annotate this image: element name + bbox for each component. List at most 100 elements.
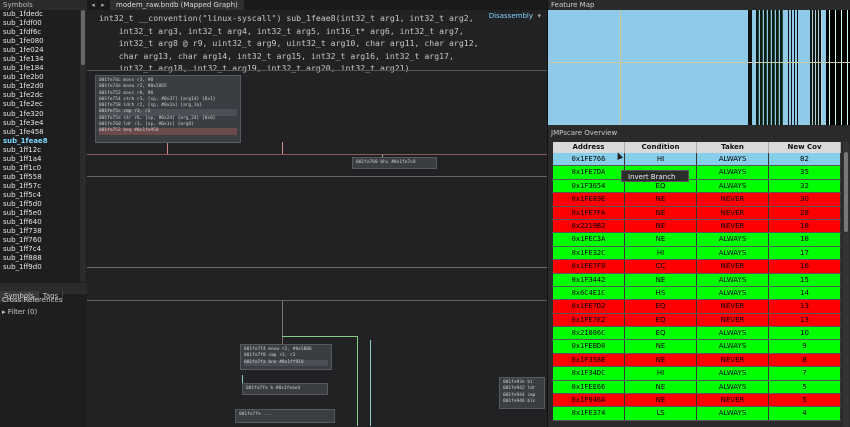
table-row[interactable]: 0x1F358E NE NEVER 8	[553, 353, 841, 368]
cell-new_cov: 32	[769, 179, 841, 193]
table-row[interactable]: 0x6C4E1C HS ALWAYS 14	[553, 286, 841, 301]
cell-taken: ALWAYS	[697, 340, 769, 353]
symbol-item[interactable]: sub_1fdedc	[0, 10, 80, 19]
symbol-item[interactable]: sub_1fe2d0	[0, 82, 80, 91]
table-row[interactable]: 0x1FE7FA NE NEVER 28	[553, 206, 841, 220]
symbol-item[interactable]: sub_1ff7c4	[0, 245, 80, 254]
table-row[interactable]: 0x1FE374 LS ALWAYS 4	[553, 407, 841, 421]
symbol-item[interactable]: sub_1ff5d0	[0, 200, 80, 209]
table-row[interactable]: 0x1FEE66 NE ALWAYS 5	[553, 380, 841, 395]
feature-map-stripe	[788, 10, 798, 125]
view-type-dropdown[interactable]: Disassembly	[489, 12, 533, 20]
graph-edge	[370, 340, 371, 426]
instruction-line: 001fe7fe ...	[239, 412, 272, 417]
symbol-item[interactable]: sub_1fe080	[0, 37, 80, 46]
table-row[interactable]: 0x1F946A NE NEVER 5	[553, 394, 841, 408]
table-row[interactable]: 0x1FE7F0 CC NEVER 16	[553, 260, 841, 274]
table-row[interactable]: 0x1FE7E2 EQ NEVER 13	[553, 313, 841, 328]
cell-address: 0x6C4E1C	[553, 286, 625, 300]
nav-back-icon[interactable]: ◂	[88, 0, 98, 10]
scrollbar-thumb[interactable]	[81, 10, 85, 65]
cell-address: 0x1FE374	[553, 407, 625, 420]
symbol-item[interactable]: sub_1fe184	[0, 64, 80, 73]
table-row[interactable]: 0x1F34DC HI ALWAYS 7	[553, 367, 841, 381]
symbol-item[interactable]: sub_1ff738	[0, 227, 80, 236]
table-row[interactable]: 0x1FE32C HI ALWAYS 17	[553, 246, 841, 261]
symbol-item[interactable]: sub_1ff1c0	[0, 164, 80, 173]
symbol-item[interactable]: sub_1fe3e4	[0, 119, 80, 128]
table-row[interactable]: 0x1FE766 HI ALWAYS 82	[553, 153, 841, 167]
symbol-item[interactable]: sub_1fe2ec	[0, 100, 80, 109]
symbol-list[interactable]: sub_1fdedc sub_1fdf00 sub_1fdf6c sub_1fe080…	[0, 10, 80, 282]
symbol-item[interactable]: sub_1feae8	[0, 137, 80, 146]
symbol-item[interactable]: sub_1ff5e0	[0, 209, 80, 218]
table-row[interactable]: 0x1FEC3A NE ALWAYS 18	[553, 233, 841, 247]
graph-file-tab[interactable]: modem_raw.bndb (Mapped Graph)	[110, 0, 244, 10]
basic-block-4[interactable]: 001fe7fe b #0x1feae4	[242, 383, 328, 395]
basic-block-3[interactable]: 001fe7f4 movw r2, #0x5886 001fe7f8 cmp r3…	[240, 344, 332, 370]
cell-new_cov: 17	[769, 246, 841, 260]
cell-new_cov: 18	[769, 233, 841, 246]
symbol-item[interactable]: sub_1fe458	[0, 128, 80, 137]
symbol-item[interactable]: sub_1fe024	[0, 46, 80, 55]
jmpscare-table[interactable]: Address Condition Taken New Cov 0x1FE766…	[553, 142, 841, 421]
table-row[interactable]: 0x1FE7DA ALWAYS 35	[553, 166, 841, 180]
basic-block-1[interactable]: 001fe74c movs r3, #0 001fe74e movw r2, #0…	[95, 75, 241, 143]
basic-block-6[interactable]: 001fe7fe ...	[235, 409, 335, 423]
instruction-line: 001fe760 bhi #0x1fe7c8	[356, 160, 416, 165]
symbol-list-scrollbar[interactable]	[80, 10, 86, 282]
cell-new_cov: 7	[769, 367, 841, 380]
jmpscare-scrollbar[interactable]	[843, 142, 849, 427]
feature-map-canvas[interactable]	[548, 10, 850, 125]
table-row[interactable]: 0x2219B2 NE NEVER 18	[553, 219, 841, 234]
nav-forward-icon[interactable]: ▸	[98, 0, 108, 10]
basic-block-5[interactable]: 001fe93e bl 001fe942 ldr 001fe944 cmp 001fe…	[499, 377, 545, 409]
symbol-item[interactable]: sub_1fdf6c	[0, 28, 80, 37]
symbol-item[interactable]: sub_1fe320	[0, 110, 80, 119]
invert-branch-menu-item[interactable]: Invert Branch	[621, 170, 689, 182]
header-new-cov[interactable]: New Cov	[769, 142, 841, 153]
symbol-item[interactable]: sub_1fe134	[0, 55, 80, 64]
table-row[interactable]: 0x1FEBD0 NE ALWAYS 9	[553, 340, 841, 354]
graph-edge	[282, 142, 283, 154]
symbol-item[interactable]: sub_1fdf00	[0, 19, 80, 28]
cell-address: 0x1FE7D2	[553, 300, 625, 313]
symbol-item[interactable]: sub_1fe2dc	[0, 91, 80, 100]
symbol-item[interactable]: sub_1ff640	[0, 218, 80, 227]
cell-taken: ALWAYS	[697, 327, 769, 340]
table-row[interactable]: 0x1FE7D2 EQ NEVER 13	[553, 300, 841, 314]
cell-taken: NEVER	[697, 394, 769, 407]
table-row[interactable]: 0x1FE89E NE NEVER 30	[553, 193, 841, 207]
cell-address: 0x1FE32C	[553, 246, 625, 260]
filter-toggle[interactable]: ▸ Filter (0)	[2, 308, 37, 316]
scrollbar-thumb[interactable]	[844, 152, 848, 232]
function-signature: int32_t __convention("linux-syscall") su…	[99, 12, 479, 75]
symbol-item[interactable]: sub_1ff558	[0, 173, 80, 182]
graph-view[interactable]: ◂ ▸ modem_raw.bndb (Mapped Graph) int32_…	[87, 0, 547, 427]
chevron-down-icon[interactable]: ▾	[537, 12, 541, 20]
header-address[interactable]: Address	[553, 142, 625, 153]
graph-edge	[282, 336, 357, 337]
cell-taken: NEVER	[697, 300, 769, 313]
signature-line: char arg13, char arg14, int32_t arg15, i…	[99, 50, 454, 61]
symbol-item[interactable]: sub_1fe2b0	[0, 73, 80, 82]
cell-address: 0x1FE7FA	[553, 206, 625, 219]
table-row[interactable]: 0x1F3654 EQ ALWAYS 32	[553, 179, 841, 194]
cell-new_cov: 13	[769, 300, 841, 313]
cell-new_cov: 16	[769, 260, 841, 273]
cell-new_cov: 30	[769, 193, 841, 206]
symbol-item[interactable]: sub_1ff888	[0, 254, 80, 263]
basic-block-2[interactable]: 001fe760 bhi #0x1fe7c8	[352, 157, 437, 169]
symbol-item[interactable]: sub_1ff57c	[0, 182, 80, 191]
symbol-item[interactable]: sub_1ff9d0	[0, 263, 80, 272]
symbol-item[interactable]: sub_1ff1a4	[0, 155, 80, 164]
symbol-item[interactable]: sub_1ff760	[0, 236, 80, 245]
symbol-item[interactable]: sub_1ff12c	[0, 146, 80, 155]
header-condition[interactable]: Condition	[625, 142, 697, 153]
table-row[interactable]: 0x1F3442 NE ALWAYS 15	[553, 273, 841, 287]
symbol-item[interactable]: sub_1ff5c4	[0, 191, 80, 200]
feature-map-stripe	[748, 10, 752, 125]
header-taken[interactable]: Taken	[697, 142, 769, 153]
jmpscare-title: JMPscare Overview	[551, 129, 618, 137]
table-row[interactable]: 0x21806C EQ ALWAYS 10	[553, 327, 841, 341]
